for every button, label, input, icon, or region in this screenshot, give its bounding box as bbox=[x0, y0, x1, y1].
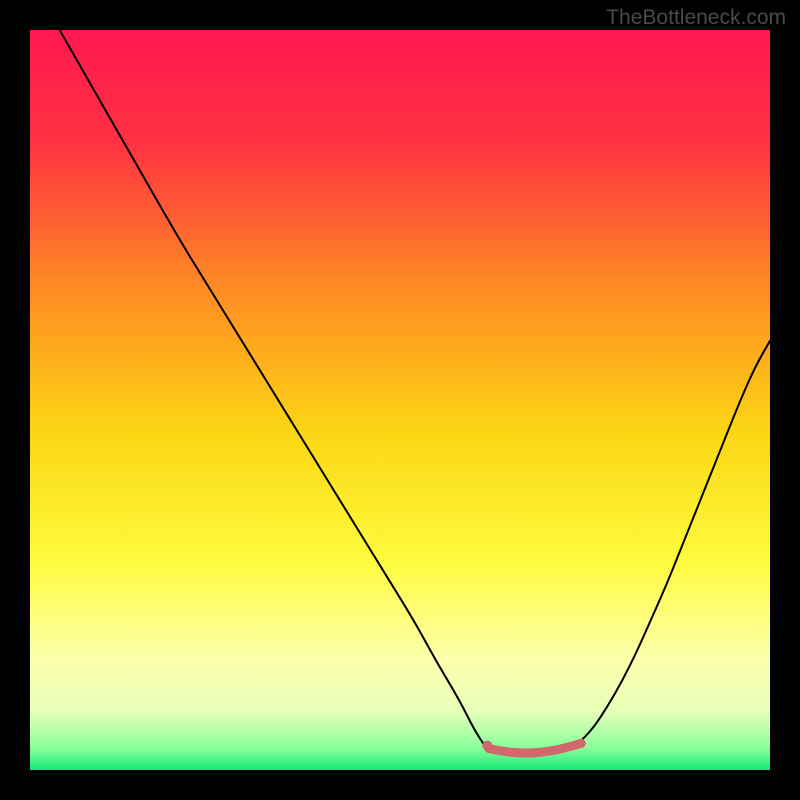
chart-plot-area bbox=[30, 30, 770, 770]
chart-background bbox=[30, 30, 770, 770]
optimal-point bbox=[482, 741, 492, 751]
chart-svg bbox=[30, 30, 770, 770]
watermark-text: TheBottleneck.com bbox=[606, 6, 786, 30]
